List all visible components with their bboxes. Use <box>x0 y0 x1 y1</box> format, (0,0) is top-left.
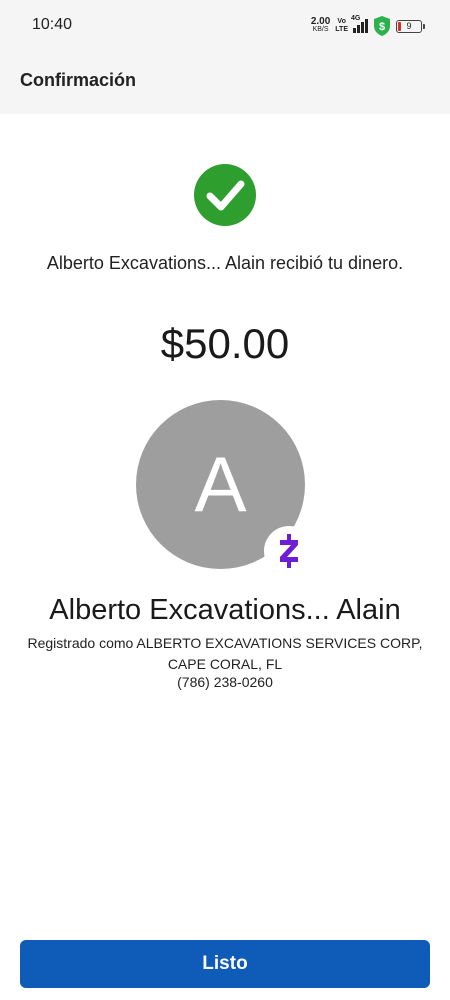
recipient-phone: (786) 238-0260 <box>177 674 273 690</box>
header: Confirmación <box>0 52 450 114</box>
status-time: 10:40 <box>32 16 73 33</box>
speed-indicator: 2.00 KB/S <box>310 16 331 34</box>
volte-icon: Vo LTE <box>335 18 348 34</box>
battery-icon: 9 <box>396 19 425 33</box>
net-speed-unit: KB/S <box>312 26 329 33</box>
net-speed-value: 2.00 <box>310 16 331 27</box>
signal-label: 4G <box>351 15 361 22</box>
status-bar: 10:40 2.00 KB/S Vo LTE 4G $ 9 <box>0 0 450 52</box>
zelle-icon <box>280 534 298 568</box>
volte-top: Vo <box>337 18 346 25</box>
done-button[interactable]: Listo <box>20 940 430 988</box>
svg-text:$: $ <box>379 21 385 33</box>
recipient-name: Alberto Excavations... Alain <box>49 594 401 626</box>
zelle-badge <box>264 526 314 576</box>
status-icons: 2.00 KB/S Vo LTE 4G $ 9 <box>310 15 425 37</box>
battery-level: 9 <box>406 21 412 31</box>
payment-amount: $50.00 <box>160 320 290 367</box>
confirmation-message: Alberto Excavations... Alain recibió tu … <box>46 253 404 273</box>
checkmark-circle-icon <box>194 164 256 226</box>
signal-icon: 4G <box>351 15 368 33</box>
shield-dollar-icon: $ <box>374 16 390 36</box>
volte-bottom: LTE <box>335 26 348 33</box>
registered-as: Registrado como ALBERTO EXCAVATIONS SERV… <box>27 635 423 672</box>
page-title: Confirmación <box>20 70 137 90</box>
